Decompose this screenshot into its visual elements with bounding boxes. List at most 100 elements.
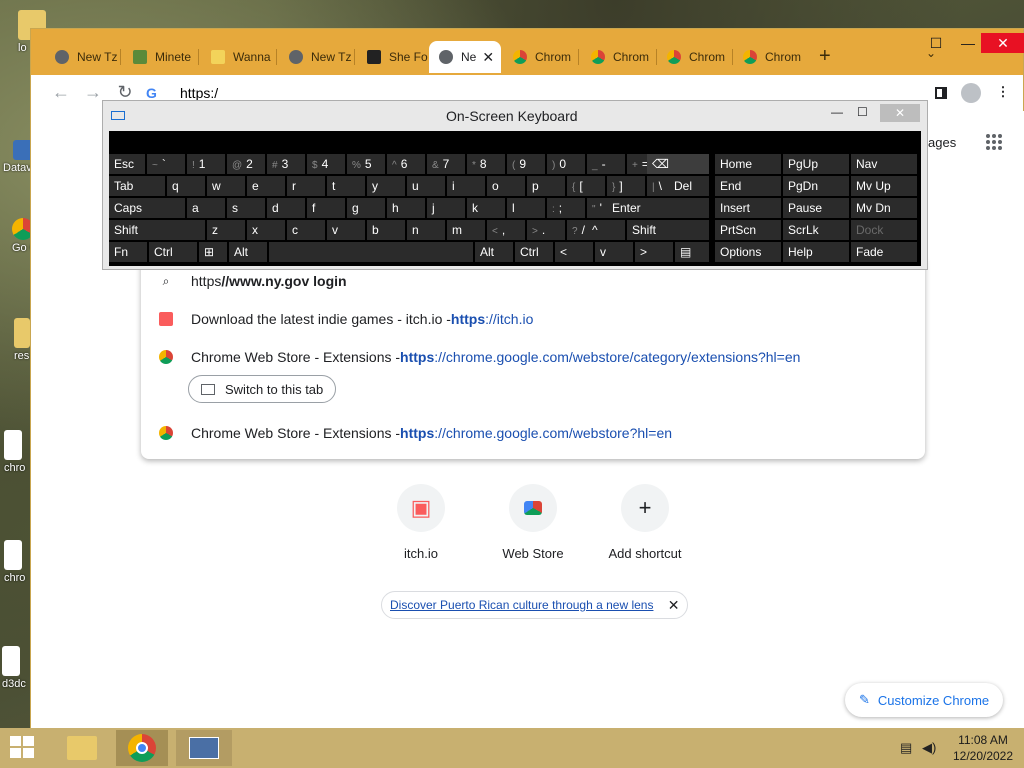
osk-key[interactable]: PgDn [783,176,849,196]
browser-tab[interactable]: Chrom [733,41,809,73]
osk-key[interactable]: Alt [229,242,267,262]
osk-key[interactable]: ~ ` [147,154,185,174]
network-icon[interactable]: ▤ [900,740,912,756]
browser-tab[interactable]: Chrom [503,41,579,73]
osk-key[interactable]: g [347,198,385,218]
suggestion-row[interactable]: Chrome Web Store - Extensions - https://… [141,421,925,445]
browser-tab[interactable]: Chrom [581,41,657,73]
osk-key[interactable]: < [555,242,593,262]
add-shortcut-button[interactable]: + Add shortcut [589,484,701,561]
browser-tab[interactable]: Minete [123,41,199,73]
osk-key[interactable]: t [327,176,365,196]
osk-key[interactable]: b [367,220,405,240]
osk-key[interactable]: }] [607,176,645,196]
browser-tab[interactable]: Wanna [201,41,277,73]
osk-key[interactable]: h [387,198,425,218]
osk-key[interactable]: * 8 [467,154,505,174]
osk-key[interactable]: k [467,198,505,218]
osk-key[interactable]: Tab [109,176,165,196]
osk-key[interactable]: Del [669,176,709,196]
osk-key[interactable]: Pause [783,198,849,218]
osk-key[interactable]: Ctrl [149,242,197,262]
osk-key[interactable]: Mv Dn [851,198,917,218]
osk-key[interactable]: Options [715,242,781,262]
customize-chrome-button[interactable]: ✎ Customize Chrome [845,683,1004,717]
profile-avatar[interactable] [961,83,981,103]
osk-key[interactable]: ⊞ [199,242,227,262]
osk-key[interactable]: Fade [851,242,917,262]
osk-key[interactable]: End [715,176,781,196]
osk-minimize-button[interactable]: — [831,105,843,119]
osk-key[interactable]: $4 [307,154,345,174]
osk-key[interactable]: f [307,198,345,218]
osk-key[interactable]: Dock [851,220,917,240]
clock[interactable]: 11:08 AM 12/20/2022 [950,732,1016,764]
osk-key[interactable]: > [635,242,673,262]
suggestion-row[interactable]: ⌕ https //www.ny.gov login [141,269,925,293]
osk-key[interactable]: s [227,198,265,218]
browser-tab[interactable]: Chrom [657,41,733,73]
osk-key[interactable]: d [267,198,305,218]
osk-key[interactable]: o [487,176,525,196]
browser-tab-active[interactable]: Ne ✕ [429,41,501,73]
suggestion-row[interactable]: Download the latest indie games - itch.i… [141,307,925,331]
close-icon[interactable]: ✕ [668,597,680,614]
osk-close-button[interactable]: ✕ [880,104,920,122]
new-tab-button[interactable]: + [819,45,831,68]
osk-key[interactable]: :; [547,198,585,218]
osk-key[interactable]: ⌫ [647,154,709,174]
apps-grid-icon[interactable] [985,133,1003,151]
osk-key[interactable]: Shift [627,220,709,240]
osk-key[interactable] [269,242,473,262]
osk-key[interactable]: z [207,220,245,240]
osk-key[interactable]: v [595,242,633,262]
osk-key[interactable]: m [447,220,485,240]
osk-key[interactable]: _ - [587,154,625,174]
osk-key[interactable]: r [287,176,325,196]
osk-key[interactable]: j [427,198,465,218]
back-button[interactable]: ← [51,83,71,103]
osk-key[interactable]: q [167,176,205,196]
side-panel-icon[interactable] [931,83,951,103]
osk-key[interactable]: x [247,220,285,240]
osk-key[interactable]: PrtScn [715,220,781,240]
osk-key[interactable]: ^ 6 [387,154,425,174]
osk-key[interactable]: #3 [267,154,305,174]
menu-icon[interactable]: ⋮ [993,83,1013,103]
osk-key[interactable]: ! 1 [187,154,225,174]
osk-key[interactable]: ScrLk [783,220,849,240]
chrome-taskbar-button[interactable] [116,730,168,766]
address-input[interactable] [180,85,680,101]
osk-key[interactable]: Shift [109,220,205,240]
osk-key[interactable]: y [367,176,405,196]
osk-key[interactable]: p [527,176,565,196]
osk-key[interactable]: (9 [507,154,545,174]
osk-key[interactable]: e [247,176,285,196]
osk-key[interactable]: & 7 [427,154,465,174]
osk-key[interactable]: Help [783,242,849,262]
osk-key[interactable]: PgUp [783,154,849,174]
osk-key[interactable]: Home [715,154,781,174]
osk-key[interactable]: {[ [567,176,605,196]
osk-key[interactable]: u [407,176,445,196]
switch-to-tab-button[interactable]: Switch to this tab [188,375,337,403]
browser-tab[interactable]: New Tz [45,41,121,73]
start-button[interactable] [8,734,38,762]
osk-key[interactable]: v [327,220,365,240]
osk-key[interactable]: ▤ [675,242,709,262]
close-button[interactable]: ✕ [981,33,1024,53]
discover-link[interactable]: Discover Puerto Rican culture through a … [390,598,653,612]
osk-key[interactable]: Enter [607,198,709,218]
osk-key[interactable]: l [507,198,545,218]
minimize-button[interactable]: — [951,33,985,53]
osk-key[interactable]: Fn [109,242,147,262]
osk-key[interactable]: c [287,220,325,240]
osk-taskbar-button[interactable] [176,730,232,766]
images-link[interactable]: ages [928,135,956,150]
suggestion-row[interactable]: Chrome Web Store - Extensions - https://… [141,345,925,369]
osk-key[interactable]: Caps [109,198,185,218]
maximize-button[interactable]: ☐ [919,33,953,53]
osk-key[interactable]: Insert [715,198,781,218]
osk-key[interactable]: w [207,176,245,196]
close-tab-icon[interactable]: ✕ [482,49,494,66]
